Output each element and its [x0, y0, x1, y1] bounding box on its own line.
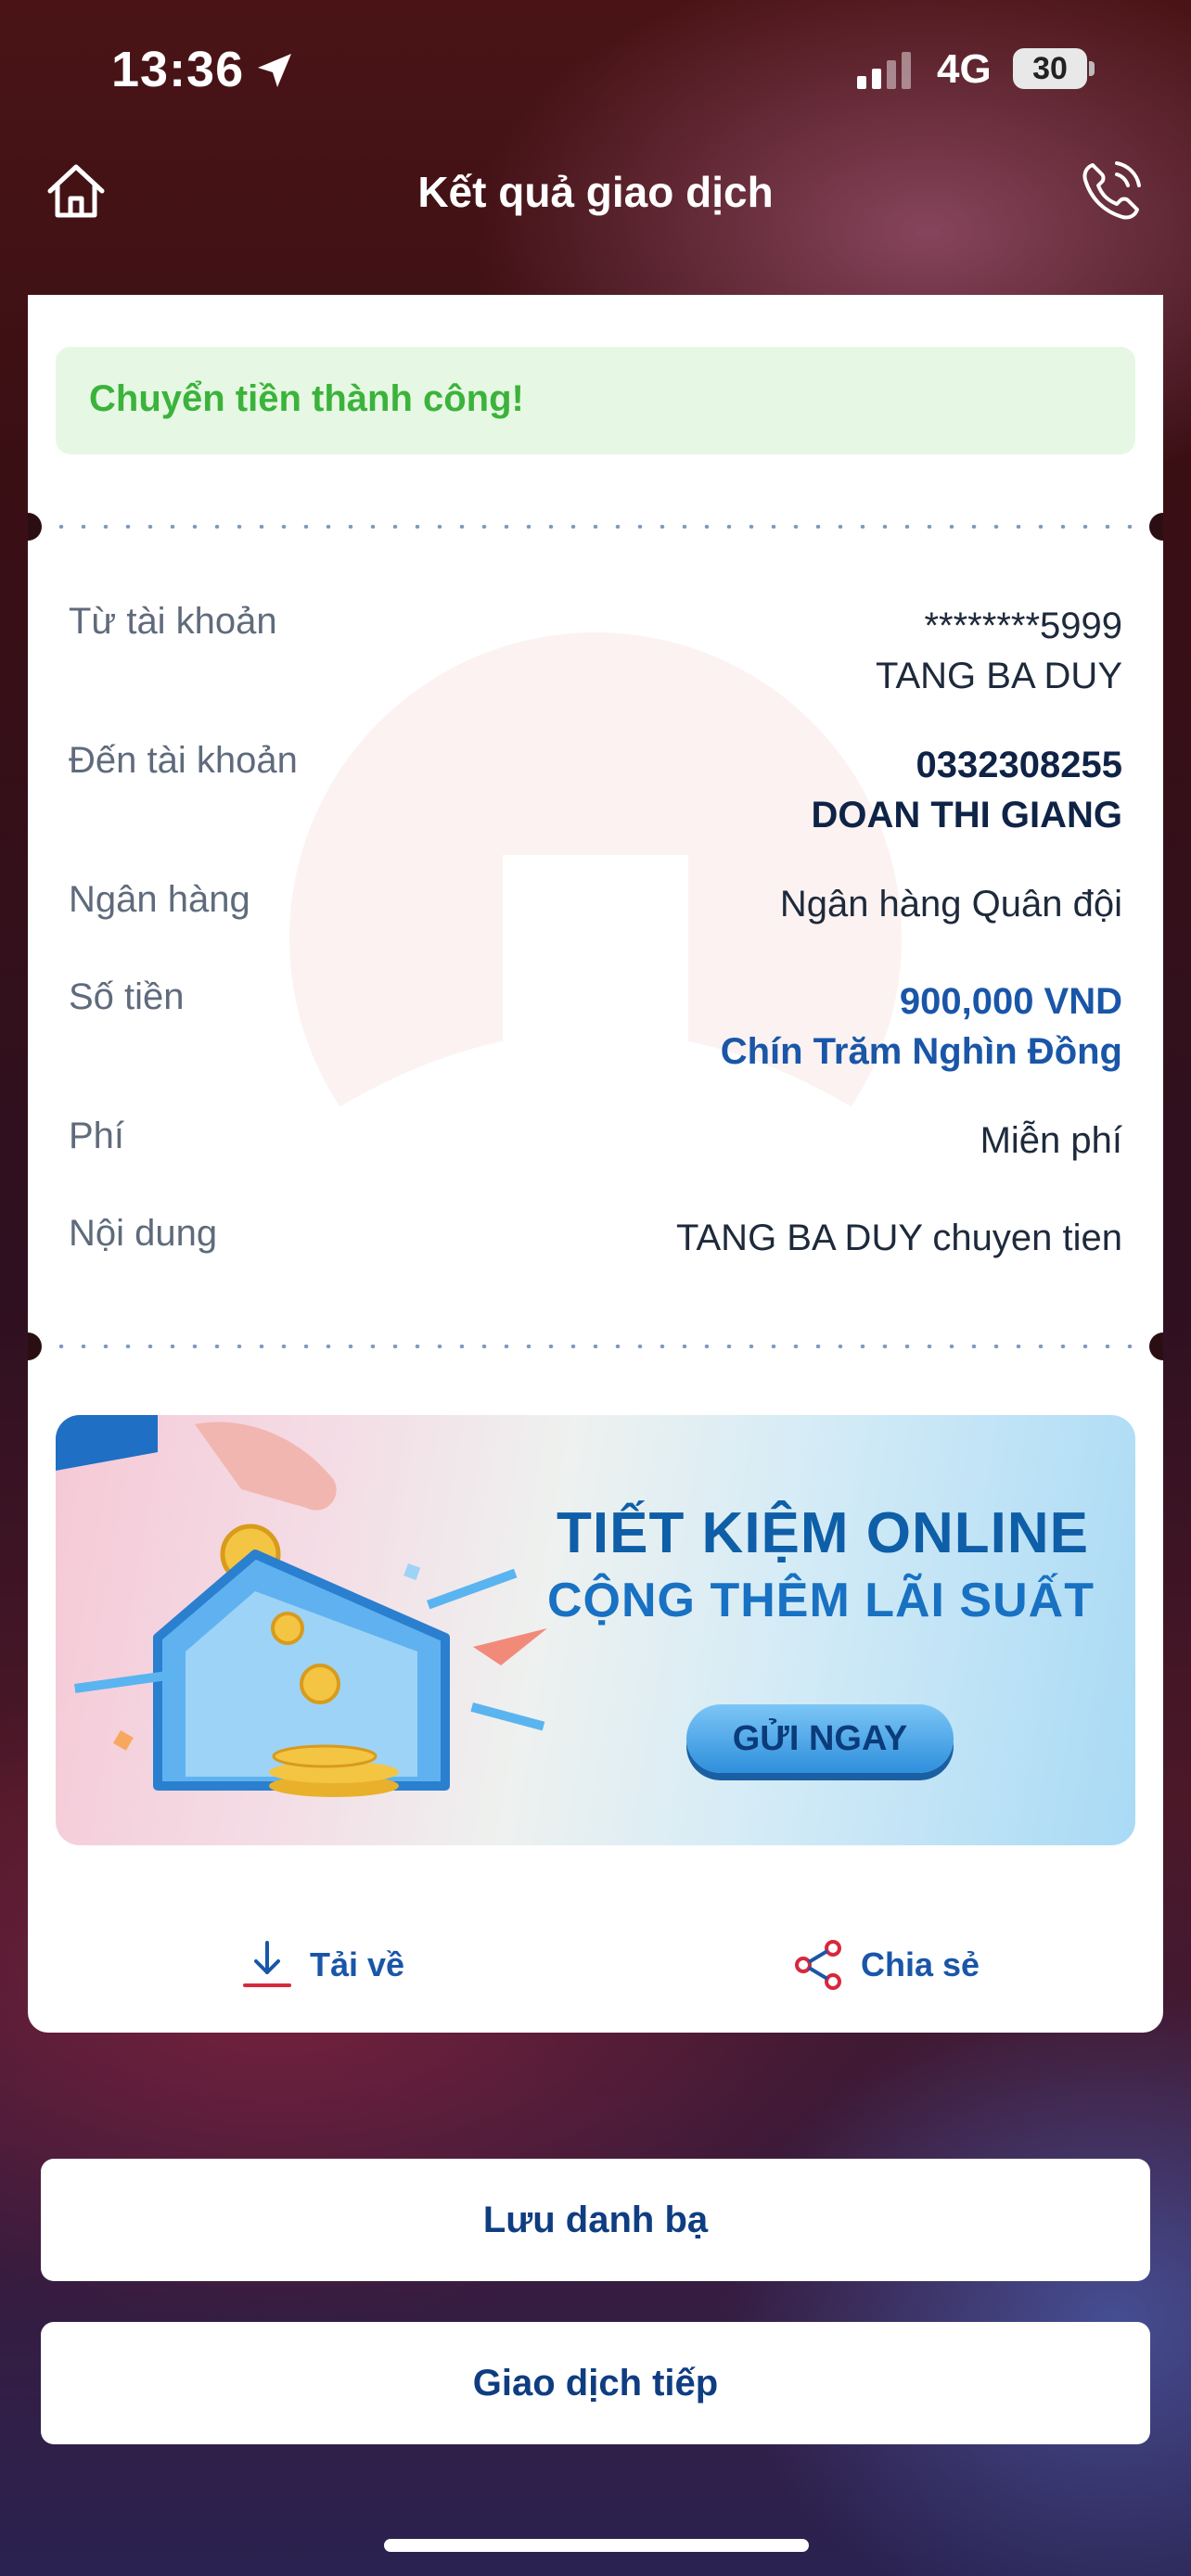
row-from-account: Từ tài khoản ********5999 TANG BA DUY — [69, 601, 1122, 703]
to-account-label: Đến tài khoản — [69, 740, 298, 781]
from-account-value: ********5999 TANG BA DUY — [876, 601, 1122, 701]
amount-in-words: Chín Trăm Nghìn Đồng — [720, 1031, 1122, 1072]
download-button[interactable]: Tải về — [239, 1932, 404, 1997]
battery-level: 30 — [1013, 48, 1087, 89]
status-time: 13:36 — [111, 42, 245, 97]
amount-value: 900,000 VND Chín Trăm Nghìn Đồng — [721, 976, 1122, 1077]
bank-label: Ngân hàng — [69, 879, 250, 920]
success-banner: Chuyển tiền thành công! — [56, 347, 1135, 454]
fee-value: Miễn phí — [980, 1120, 1122, 1161]
battery-nub — [1089, 61, 1095, 76]
app-header: Kết quả giao dịch — [0, 139, 1191, 250]
share-label: Chia sẻ — [861, 1945, 980, 1983]
transaction-receipt-card: Chuyển tiền thành công! Từ tài khoản ***… — [28, 295, 1163, 2033]
notch-left-bottom — [28, 1333, 42, 1360]
from-account-label: Từ tài khoản — [69, 601, 277, 642]
content-label: Nội dung — [69, 1213, 218, 1254]
content-value: TANG BA DUY chuyen tien — [676, 1218, 1122, 1258]
download-icon — [243, 1941, 291, 1987]
to-account-value: 0332308255 DOAN THI GIANG — [811, 740, 1122, 840]
download-label: Tải về — [310, 1945, 405, 1983]
row-bank: Ngân hàng Ngân hàng Quân đội — [69, 879, 1122, 935]
amount-number: 900,000 VND — [899, 981, 1122, 1022]
divider-top — [28, 525, 1163, 529]
from-account-name: TANG BA DUY — [876, 656, 1122, 696]
location-arrow-icon — [258, 54, 291, 87]
share-icon — [795, 1940, 841, 1990]
phone-call-icon[interactable] — [1076, 156, 1146, 226]
notch-left-top — [28, 513, 42, 541]
to-account-number: 0332308255 — [916, 745, 1122, 785]
battery-icon: 30 — [1013, 48, 1096, 91]
success-message: Chuyển tiền thành công! — [89, 378, 524, 419]
amount-label: Số tiền — [69, 976, 185, 1017]
row-to-account: Đến tài khoản 0332308255 DOAN THI GIANG — [69, 740, 1122, 842]
row-fee: Phí Miễn phí — [69, 1116, 1122, 1171]
piggy-house-illustration — [56, 1415, 547, 1797]
savings-promo-banner[interactable]: TIẾT KIỆM ONLINE CỘNG THÊM LÃI SUẤT GỬI … — [56, 1415, 1135, 1845]
share-button[interactable]: Chia sẻ — [790, 1932, 980, 1997]
fee-label: Phí — [69, 1116, 125, 1156]
notch-right-bottom — [1149, 1333, 1163, 1360]
bank-value: Ngân hàng Quân đội — [779, 884, 1122, 925]
promo-headline: TIẾT KIỆM ONLINE — [557, 1501, 1089, 1565]
to-account-name: DOAN THI GIANG — [811, 795, 1122, 835]
signal-icon — [857, 52, 911, 89]
network-type: 4G — [937, 46, 992, 92]
from-account-number: ********5999 — [924, 606, 1122, 646]
home-indicator[interactable] — [384, 2539, 809, 2552]
promo-subheadline: CỘNG THÊM LÃI SUẤT — [547, 1574, 1095, 1627]
page-title: Kết quả giao dịch — [417, 168, 774, 216]
save-contact-button[interactable]: Lưu danh bạ — [41, 2159, 1150, 2281]
promo-send-now-button[interactable]: GỬI NGAY — [686, 1704, 954, 1773]
next-transaction-button[interactable]: Giao dịch tiếp — [41, 2322, 1150, 2444]
notch-right-top — [1149, 513, 1163, 541]
row-content: Nội dung TANG BA DUY chuyen tien — [69, 1213, 1122, 1269]
divider-bottom — [28, 1345, 1163, 1348]
row-amount: Số tiền 900,000 VND Chín Trăm Nghìn Đồng — [69, 976, 1122, 1078]
status-bar: 13:36 4G 30 — [0, 0, 1191, 139]
